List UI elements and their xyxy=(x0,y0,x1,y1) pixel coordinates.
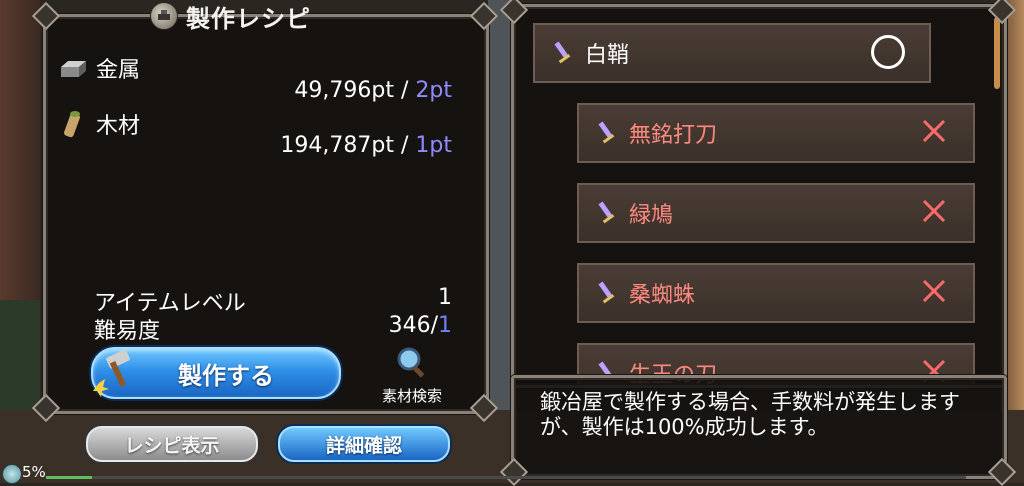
difficulty-label: 難易度 xyxy=(94,319,161,344)
recipe-list-scrollbar[interactable] xyxy=(994,17,1000,89)
material-name: 木材 xyxy=(96,114,141,139)
unavailable-cross-icon xyxy=(922,199,946,223)
recipe-display-button[interactable]: レシピ表示 xyxy=(86,426,258,462)
wood-log-icon xyxy=(64,111,80,138)
recipe-tree-panel: 白鞘 無銘打刀 緑鳩 桑蜘蛛 xyxy=(511,4,1007,388)
panel-title-text: 製作レシピ xyxy=(186,4,311,33)
recipe-name: 緑鳩 xyxy=(629,203,674,228)
metal-ingot-icon xyxy=(61,61,86,77)
material-search-label: 素材検索 xyxy=(381,387,442,405)
difficulty-value: 346/1 xyxy=(360,313,452,338)
progress-bar: 5% xyxy=(0,463,1024,484)
sword-icon xyxy=(598,121,615,144)
details-button[interactable]: 詳細確認 xyxy=(278,426,450,462)
unavailable-cross-icon xyxy=(922,119,946,143)
sword-icon xyxy=(554,41,571,64)
recipe-item-sub[interactable]: 緑鳩 xyxy=(577,183,975,243)
progress-ring-icon xyxy=(2,464,22,484)
material-search-button[interactable]: 素材検索 xyxy=(372,345,452,405)
hammer-icon xyxy=(93,349,130,397)
create-button-label: 製作する xyxy=(178,361,274,390)
material-have: 194,787pt xyxy=(280,133,394,158)
crafting-icon xyxy=(150,2,178,30)
difficulty-required: 1 xyxy=(438,313,452,338)
progress-track xyxy=(46,476,966,479)
recipe-item-sub[interactable]: 桑蜘蛛 xyxy=(577,263,975,323)
material-amount-metal: 49,796pt / 2pt xyxy=(240,78,452,103)
recipe-display-label: レシピ表示 xyxy=(124,434,220,457)
recipe-name: 無銘打刀 xyxy=(629,123,718,148)
item-level-value: 1 xyxy=(438,285,452,310)
progress-percent: 5% xyxy=(22,463,46,481)
material-name: 金属 xyxy=(96,58,141,83)
progress-fill xyxy=(46,476,92,479)
difficulty-current: 346/ xyxy=(388,313,438,338)
material-need: 1pt xyxy=(415,133,452,158)
panel-title: 製作レシピ xyxy=(150,0,350,33)
material-have: 49,796pt xyxy=(294,78,394,103)
unavailable-cross-icon xyxy=(922,279,946,303)
material-separator: / xyxy=(394,133,416,158)
available-circle-icon xyxy=(871,35,905,69)
material-amount-wood: 194,787pt / 1pt xyxy=(240,133,452,158)
recipe-name: 白鞘 xyxy=(585,43,630,68)
material-need: 2pt xyxy=(415,78,452,103)
sword-icon xyxy=(598,201,615,224)
description-text: 鍛冶屋で製作する場合、手数料が発生しますが、製作は100%成功します。 xyxy=(540,390,960,439)
recipe-item-main[interactable]: 白鞘 xyxy=(533,23,931,83)
recipe-name: 桑蜘蛛 xyxy=(629,283,696,308)
material-separator: / xyxy=(394,78,416,103)
create-button[interactable]: 製作する xyxy=(91,347,341,399)
magnifier-icon xyxy=(397,347,425,378)
details-label: 詳細確認 xyxy=(325,434,402,457)
material-row-metal: 金属 xyxy=(58,52,140,84)
material-row-wood: 木材 xyxy=(58,108,140,140)
recipe-item-sub[interactable]: 無銘打刀 xyxy=(577,103,975,163)
sword-icon xyxy=(598,281,615,304)
